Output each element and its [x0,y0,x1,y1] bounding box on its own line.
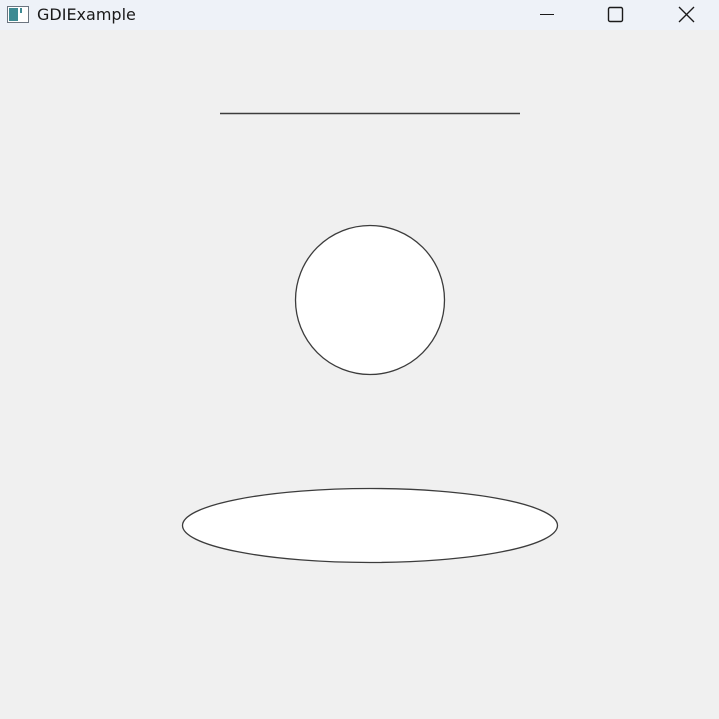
minimize-icon [524,0,570,30]
window-title: GDIExample [37,5,136,24]
close-icon [663,0,709,30]
maximize-icon [592,0,638,30]
ellipse-shape [181,487,559,564]
minimize-button[interactable] [524,0,570,30]
drawing-canvas [181,112,559,564]
client-area[interactable] [0,30,719,719]
maximize-button[interactable] [592,0,638,30]
circle-shape [294,224,446,376]
app-window-icon [7,6,29,23]
close-button[interactable] [663,0,709,30]
gdi-example-window: GDIExample [0,0,719,719]
title-bar[interactable]: GDIExample [0,0,719,30]
